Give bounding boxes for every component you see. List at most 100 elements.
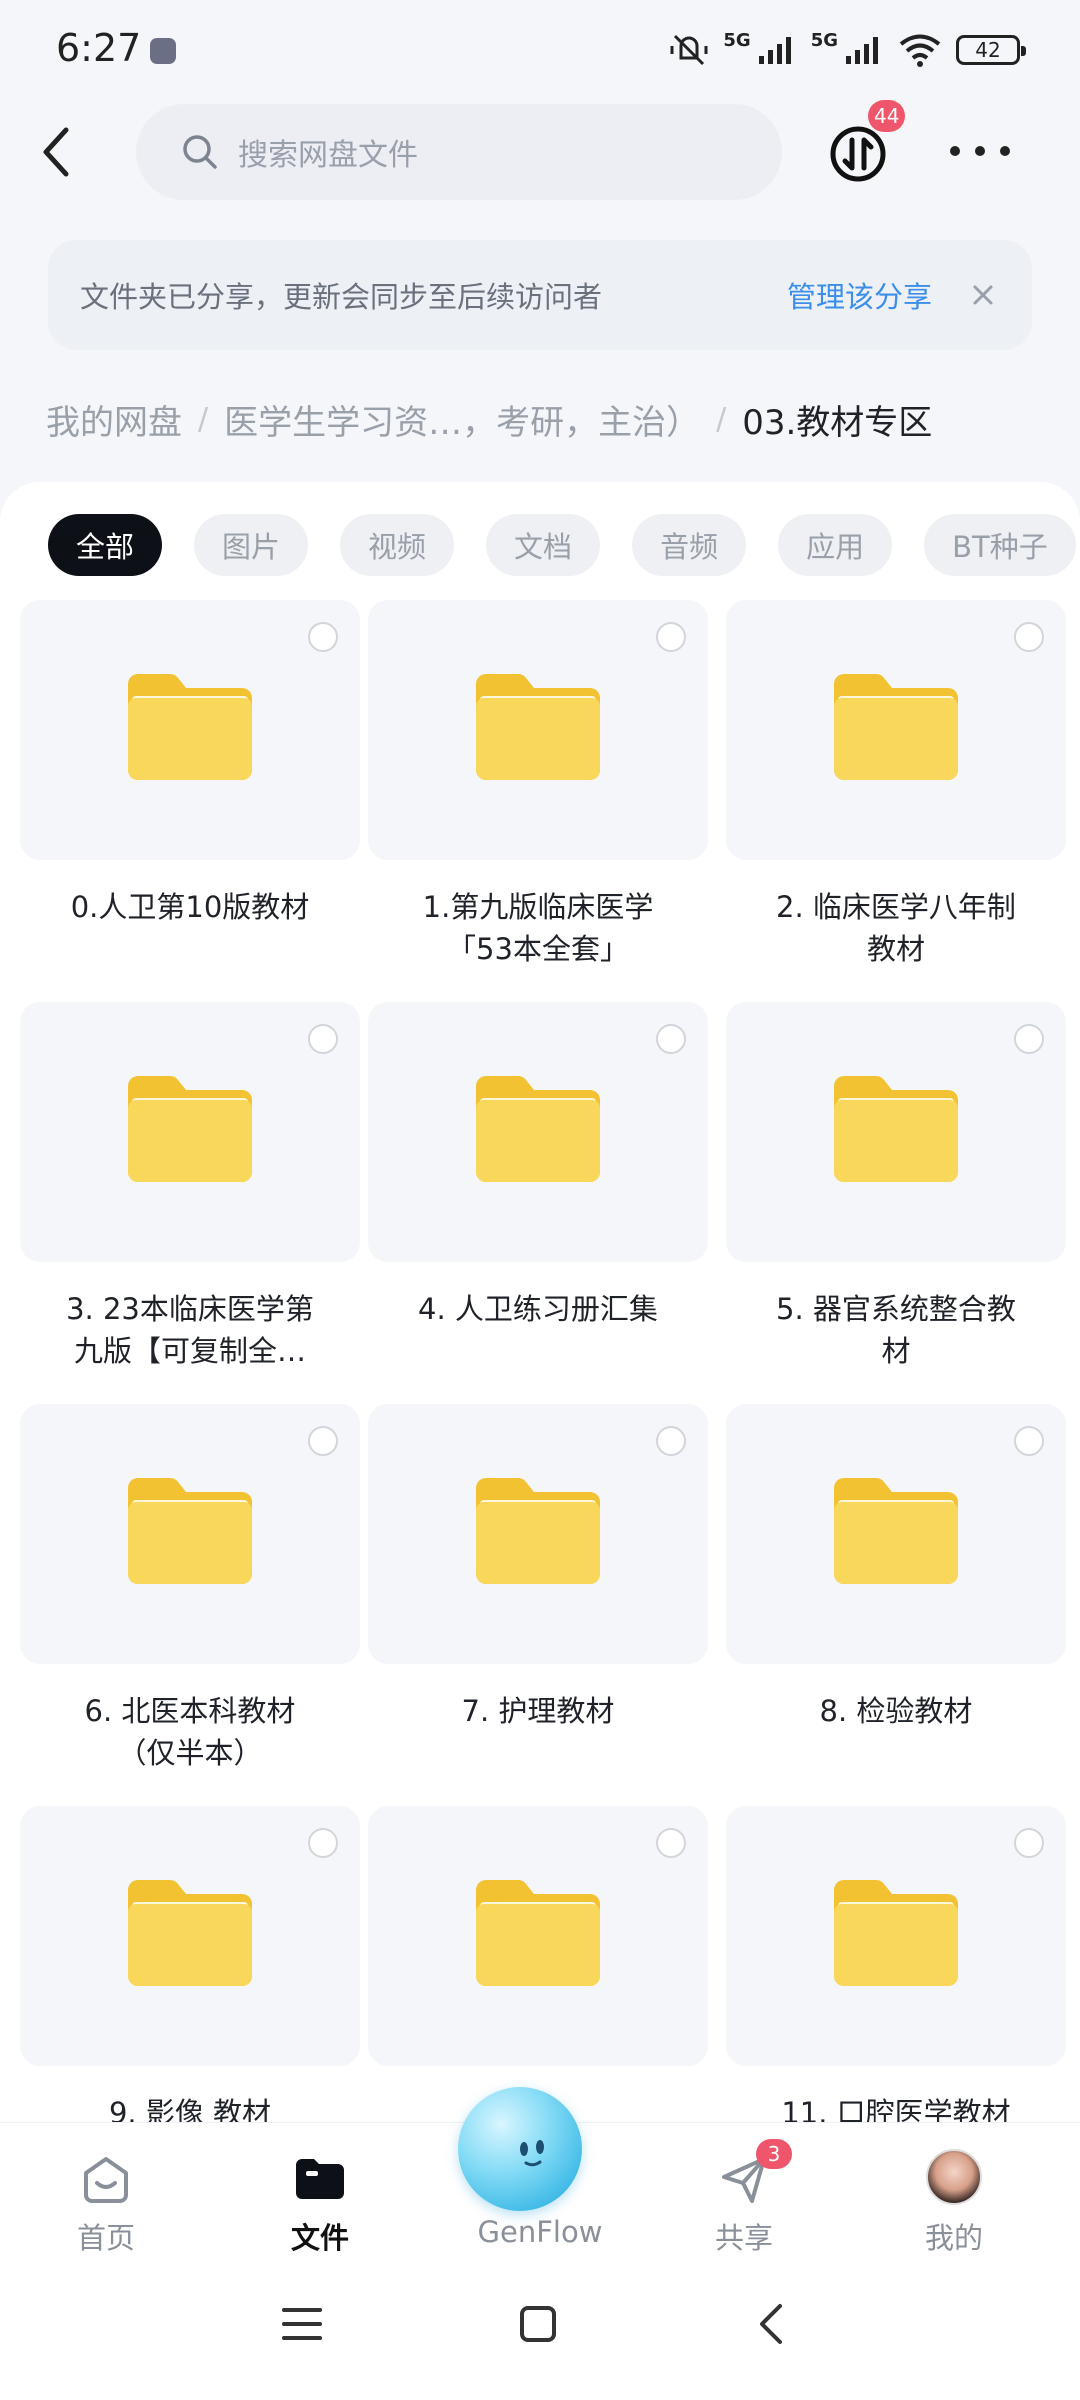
- folder-name: 1.第九版临床医学 「53本全套」: [368, 886, 708, 970]
- folder-icon: [476, 1076, 600, 1182]
- folder-thumbnail: [726, 1806, 1066, 2066]
- search-placeholder: 搜索网盘文件: [238, 138, 418, 173]
- filter-chips: 全部 图片 视频 文档 音频 应用 BT种子: [48, 514, 1076, 576]
- transfer-list-button[interactable]: [828, 124, 888, 184]
- folder-thumbnail: [368, 1806, 708, 2066]
- folder-name-line: （仅半本）: [117, 1736, 263, 1770]
- select-checkbox[interactable]: [308, 1828, 338, 1858]
- folder-name-line: 6. 北医本科教材: [84, 1694, 296, 1728]
- breadcrumb-current: 03.教材专区: [742, 402, 933, 443]
- share-notice-text: 文件夹已分享，更新会同步至后续访问者: [80, 280, 603, 314]
- filter-chip-images[interactable]: 图片: [194, 514, 309, 576]
- folder-name: 6. 北医本科教材 （仅半本）: [20, 1690, 360, 1774]
- menu-icon[interactable]: [282, 2304, 322, 2344]
- notification-app-icon: [150, 38, 176, 64]
- status-bar: 6:27 5G 5G 42: [0, 0, 1080, 100]
- close-icon: [973, 285, 993, 305]
- nav-item-home[interactable]: 首页: [26, 2123, 186, 2261]
- nav-item-files[interactable]: 文件: [240, 2123, 400, 2261]
- back-button[interactable]: [36, 122, 80, 182]
- filter-chip-all[interactable]: 全部: [48, 514, 163, 576]
- select-checkbox[interactable]: [1014, 1024, 1044, 1054]
- more-dot-icon: [950, 146, 960, 156]
- network-label-2: 5G: [810, 29, 838, 51]
- folder-name: 9. 影像 教材: [20, 2092, 360, 2122]
- filter-chip-documents[interactable]: 文档: [486, 514, 601, 576]
- search-input[interactable]: 搜索网盘文件: [136, 104, 782, 200]
- more-dot-icon: [975, 146, 985, 156]
- select-checkbox[interactable]: [1014, 1828, 1044, 1858]
- breadcrumb-separator: /: [198, 401, 209, 437]
- nav-label-files: 文件: [290, 2221, 349, 2255]
- breadcrumb-separator: /: [716, 401, 727, 437]
- genflow-orb-icon: [458, 2087, 582, 2211]
- select-checkbox[interactable]: [308, 622, 338, 652]
- nav-item-me[interactable]: 我的: [874, 2123, 1034, 2261]
- nav-item-share[interactable]: 3 共享: [664, 2123, 824, 2261]
- folder-name-line: 8. 检验教材: [819, 1694, 973, 1728]
- folder-icon: [476, 674, 600, 780]
- folder-name: 7. 护理教材: [368, 1690, 708, 1732]
- folder-name: 2. 临床医学八年制 教材: [726, 886, 1066, 970]
- nav-label-genflow: GenFlow: [477, 2215, 603, 2249]
- more-options-button[interactable]: [950, 136, 1010, 166]
- filter-chip-audio[interactable]: 音频: [632, 514, 747, 576]
- system-back-icon[interactable]: [752, 2302, 792, 2346]
- nav-label-me: 我的: [924, 2221, 983, 2255]
- signal-icon-2: [846, 37, 878, 64]
- select-checkbox[interactable]: [656, 1024, 686, 1054]
- search-icon: [183, 135, 217, 169]
- chevron-left-icon: [43, 127, 69, 177]
- select-checkbox[interactable]: [308, 1024, 338, 1054]
- transfer-count-badge: 44: [868, 100, 906, 132]
- breadcrumb-middle[interactable]: 医学生学习资…，考研，主治）: [224, 395, 700, 444]
- more-dot-icon: [1000, 146, 1010, 156]
- select-checkbox[interactable]: [656, 1828, 686, 1858]
- filter-chip-videos[interactable]: 视频: [340, 514, 455, 576]
- breadcrumb: 我的网盘 / 医学生学习资…，考研，主治） / 03.教材专区: [46, 392, 1056, 446]
- folder-icon: [128, 1076, 252, 1182]
- filter-chip-bt[interactable]: BT种子: [924, 514, 1076, 576]
- select-checkbox[interactable]: [1014, 1426, 1044, 1456]
- folder-icon: [128, 1880, 252, 1986]
- folder-thumbnail: [726, 1404, 1066, 1664]
- file-list-panel: 全部 图片 视频 文档 音频 应用 BT种子 0.人卫第10版教材 1.第九版临床…: [0, 482, 1080, 2122]
- folder-icon: [128, 674, 252, 780]
- select-checkbox[interactable]: [656, 1426, 686, 1456]
- folder-name: 5. 器官系统整合教材: [726, 1288, 1066, 1372]
- share-notice-banner: 文件夹已分享，更新会同步至后续访问者 管理该分享: [48, 240, 1032, 350]
- folder-name-line: 5. 器官系统整合教: [776, 1292, 1016, 1326]
- folder-name-line: 0.人卫第10版教材: [70, 890, 310, 924]
- close-notice-button[interactable]: [966, 278, 1000, 312]
- status-icons: 5G 5G 42: [669, 28, 1026, 72]
- signal-icon: [758, 37, 791, 64]
- select-checkbox[interactable]: [308, 1426, 338, 1456]
- status-time: 6:27: [56, 26, 142, 70]
- folder-icon: [834, 674, 958, 780]
- avatar: [926, 2149, 982, 2205]
- folder-icon: [834, 1880, 958, 1986]
- breadcrumb-root[interactable]: 我的网盘: [46, 395, 182, 444]
- folder-thumbnail: [368, 1002, 708, 1262]
- select-checkbox[interactable]: [656, 622, 686, 652]
- wifi-icon: [899, 34, 941, 67]
- folder-name-line: 4. 人卫练习册汇集: [418, 1292, 658, 1326]
- select-checkbox[interactable]: [1014, 622, 1044, 652]
- home-square-icon[interactable]: [518, 2304, 558, 2344]
- folder-name: 4. 人卫练习册汇集: [368, 1288, 708, 1330]
- folder-name: 3. 23本临床医学第 九版【可复制全…: [20, 1288, 360, 1372]
- system-nav-bar: [0, 2260, 1080, 2400]
- mute-vibrate-icon: [670, 34, 708, 66]
- folder-name-line: 2. 临床医学八年制: [776, 890, 1016, 924]
- manage-share-link[interactable]: 管理该分享: [787, 274, 932, 316]
- nav-item-genflow[interactable]: GenFlow: [458, 2087, 620, 2261]
- folder-name-line: 教材: [866, 932, 925, 966]
- folder-icon: [834, 1076, 958, 1182]
- nav-label-home: 首页: [76, 2221, 135, 2255]
- folder-name-line: 3. 23本临床医学第: [66, 1292, 314, 1326]
- folder-thumbnail: [726, 600, 1066, 860]
- share-count-badge: 3: [756, 2139, 792, 2169]
- filter-chip-apps[interactable]: 应用: [778, 514, 893, 576]
- genflow-face-icon: [520, 2140, 544, 2167]
- battery-icon: 42: [956, 35, 1026, 65]
